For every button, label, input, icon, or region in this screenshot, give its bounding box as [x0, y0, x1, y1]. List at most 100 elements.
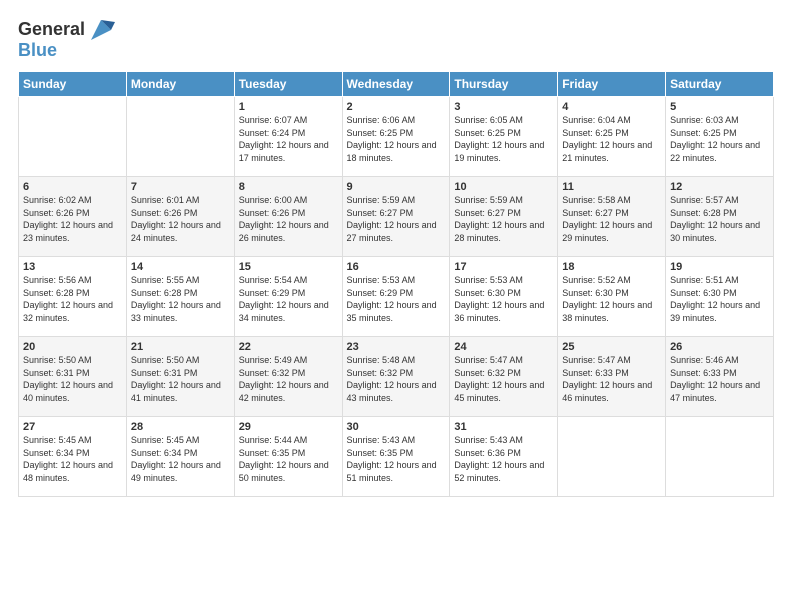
- day-number: 14: [131, 261, 230, 273]
- day-number: 19: [670, 261, 769, 273]
- day-number: 1: [239, 101, 338, 113]
- day-number: 4: [562, 101, 661, 113]
- day-cell: 20Sunrise: 5:50 AMSunset: 6:31 PMDayligh…: [19, 337, 127, 417]
- day-number: 8: [239, 181, 338, 193]
- day-cell: 29Sunrise: 5:44 AMSunset: 6:35 PMDayligh…: [234, 417, 342, 497]
- day-cell: 22Sunrise: 5:49 AMSunset: 6:32 PMDayligh…: [234, 337, 342, 417]
- day-cell: 3Sunrise: 6:05 AMSunset: 6:25 PMDaylight…: [450, 97, 558, 177]
- day-cell: 7Sunrise: 6:01 AMSunset: 6:26 PMDaylight…: [126, 177, 234, 257]
- day-cell: 28Sunrise: 5:45 AMSunset: 6:34 PMDayligh…: [126, 417, 234, 497]
- week-row-2: 6Sunrise: 6:02 AMSunset: 6:26 PMDaylight…: [19, 177, 774, 257]
- day-cell: 25Sunrise: 5:47 AMSunset: 6:33 PMDayligh…: [558, 337, 666, 417]
- week-row-5: 27Sunrise: 5:45 AMSunset: 6:34 PMDayligh…: [19, 417, 774, 497]
- day-number: 21: [131, 341, 230, 353]
- day-info: Sunrise: 5:57 AMSunset: 6:28 PMDaylight:…: [670, 194, 769, 244]
- day-info: Sunrise: 5:55 AMSunset: 6:28 PMDaylight:…: [131, 274, 230, 324]
- day-info: Sunrise: 6:05 AMSunset: 6:25 PMDaylight:…: [454, 114, 553, 164]
- col-header-thursday: Thursday: [450, 72, 558, 97]
- day-cell: 13Sunrise: 5:56 AMSunset: 6:28 PMDayligh…: [19, 257, 127, 337]
- col-header-friday: Friday: [558, 72, 666, 97]
- day-cell: 19Sunrise: 5:51 AMSunset: 6:30 PMDayligh…: [666, 257, 774, 337]
- day-number: 6: [23, 181, 122, 193]
- day-cell: 21Sunrise: 5:50 AMSunset: 6:31 PMDayligh…: [126, 337, 234, 417]
- day-info: Sunrise: 5:53 AMSunset: 6:30 PMDaylight:…: [454, 274, 553, 324]
- day-info: Sunrise: 5:44 AMSunset: 6:35 PMDaylight:…: [239, 434, 338, 484]
- day-info: Sunrise: 5:43 AMSunset: 6:35 PMDaylight:…: [347, 434, 446, 484]
- day-cell: 1Sunrise: 6:07 AMSunset: 6:24 PMDaylight…: [234, 97, 342, 177]
- day-cell: [558, 417, 666, 497]
- logo-icon: [87, 16, 115, 44]
- day-number: 25: [562, 341, 661, 353]
- logo: General Blue: [18, 16, 115, 61]
- day-cell: 26Sunrise: 5:46 AMSunset: 6:33 PMDayligh…: [666, 337, 774, 417]
- week-row-4: 20 Sunrise: 5:50 AMSunset: 6:31 PMDayligh…: [19, 337, 774, 417]
- day-cell: [19, 97, 127, 177]
- day-cell: 16Sunrise: 5:53 AMSunset: 6:29 PMDayligh…: [342, 257, 450, 337]
- day-info: Sunrise: 5:54 AMSunset: 6:29 PMDaylight:…: [239, 274, 338, 324]
- day-cell: [126, 97, 234, 177]
- day-cell: 12Sunrise: 5:57 AMSunset: 6:28 PMDayligh…: [666, 177, 774, 257]
- day-cell: 18Sunrise: 5:52 AMSunset: 6:30 PMDayligh…: [558, 257, 666, 337]
- day-info: Sunrise: 5:47 AMSunset: 6:33 PMDaylight:…: [562, 354, 661, 404]
- day-info: Sunrise: 5:53 AMSunset: 6:29 PMDaylight:…: [347, 274, 446, 324]
- day-number: 29: [239, 421, 338, 433]
- day-number: 30: [347, 421, 446, 433]
- day-number: 31: [454, 421, 553, 433]
- col-header-wednesday: Wednesday: [342, 72, 450, 97]
- col-header-monday: Monday: [126, 72, 234, 97]
- day-info: Sunrise: 5:48 AMSunset: 6:32 PMDaylight:…: [347, 354, 446, 404]
- logo-text: General: [18, 20, 85, 40]
- day-number: 26: [670, 341, 769, 353]
- week-row-1: 1Sunrise: 6:07 AMSunset: 6:24 PMDaylight…: [19, 97, 774, 177]
- day-info: Sunrise: 6:04 AMSunset: 6:25 PMDaylight:…: [562, 114, 661, 164]
- day-number: 15: [239, 261, 338, 273]
- day-info: Sunrise: 6:01 AMSunset: 6:26 PMDaylight:…: [131, 194, 230, 244]
- day-number: 16: [347, 261, 446, 273]
- day-cell: 27Sunrise: 5:45 AMSunset: 6:34 PMDayligh…: [19, 417, 127, 497]
- page-header: General Blue: [18, 16, 774, 61]
- day-number: 5: [670, 101, 769, 113]
- day-info: Sunrise: 5:43 AMSunset: 6:36 PMDaylight:…: [454, 434, 553, 484]
- day-cell: 10Sunrise: 5:59 AMSunset: 6:27 PMDayligh…: [450, 177, 558, 257]
- week-row-3: 13Sunrise: 5:56 AMSunset: 6:28 PMDayligh…: [19, 257, 774, 337]
- day-number: 2: [347, 101, 446, 113]
- day-cell: [666, 417, 774, 497]
- day-number: 10: [454, 181, 553, 193]
- day-info: Sunrise: 5:47 AMSunset: 6:32 PMDaylight:…: [454, 354, 553, 404]
- day-info: Sunrise: 5:45 AMSunset: 6:34 PMDaylight:…: [131, 434, 230, 484]
- day-info: Sunrise: 6:07 AMSunset: 6:24 PMDaylight:…: [239, 114, 338, 164]
- col-header-sunday: Sunday: [19, 72, 127, 97]
- col-header-saturday: Saturday: [666, 72, 774, 97]
- day-cell: 24Sunrise: 5:47 AMSunset: 6:32 PMDayligh…: [450, 337, 558, 417]
- day-cell: 4Sunrise: 6:04 AMSunset: 6:25 PMDaylight…: [558, 97, 666, 177]
- day-info: Sunrise: 5:58 AMSunset: 6:27 PMDaylight:…: [562, 194, 661, 244]
- day-info: Sunrise: 6:00 AMSunset: 6:26 PMDaylight:…: [239, 194, 338, 244]
- day-number: 23: [347, 341, 446, 353]
- day-number: 17: [454, 261, 553, 273]
- header-row: SundayMondayTuesdayWednesdayThursdayFrid…: [19, 72, 774, 97]
- col-header-tuesday: Tuesday: [234, 72, 342, 97]
- calendar-table: SundayMondayTuesdayWednesdayThursdayFrid…: [18, 71, 774, 497]
- day-number: 7: [131, 181, 230, 193]
- day-number: 22: [239, 341, 338, 353]
- day-number: 12: [670, 181, 769, 193]
- day-number: 24: [454, 341, 553, 353]
- day-info: Sunrise: 5:50 AMSunset: 6:31 PMDaylight:…: [131, 354, 230, 404]
- day-number: 18: [562, 261, 661, 273]
- day-info: Sunrise: 6:02 AMSunset: 6:26 PMDaylight:…: [23, 194, 122, 244]
- day-cell: 2Sunrise: 6:06 AMSunset: 6:25 PMDaylight…: [342, 97, 450, 177]
- day-info: Sunrise: 6:06 AMSunset: 6:25 PMDaylight:…: [347, 114, 446, 164]
- day-info: Sunrise: 5:51 AMSunset: 6:30 PMDaylight:…: [670, 274, 769, 324]
- day-info: Sunrise: 6:03 AMSunset: 6:25 PMDaylight:…: [670, 114, 769, 164]
- day-info: Sunrise: 5:45 AMSunset: 6:34 PMDaylight:…: [23, 434, 122, 484]
- day-cell: 23Sunrise: 5:48 AMSunset: 6:32 PMDayligh…: [342, 337, 450, 417]
- day-info: Sunrise: 5:46 AMSunset: 6:33 PMDaylight:…: [670, 354, 769, 404]
- day-info: Sunrise: 5:56 AMSunset: 6:28 PMDaylight:…: [23, 274, 122, 324]
- day-cell: 11Sunrise: 5:58 AMSunset: 6:27 PMDayligh…: [558, 177, 666, 257]
- day-cell: 5Sunrise: 6:03 AMSunset: 6:25 PMDaylight…: [666, 97, 774, 177]
- day-number: 9: [347, 181, 446, 193]
- day-info: Sunrise: 5:59 AMSunset: 6:27 PMDaylight:…: [454, 194, 553, 244]
- day-info: Sunrise: 5:59 AMSunset: 6:27 PMDaylight:…: [347, 194, 446, 244]
- day-number: 13: [23, 261, 122, 273]
- day-number: 20: [23, 341, 122, 353]
